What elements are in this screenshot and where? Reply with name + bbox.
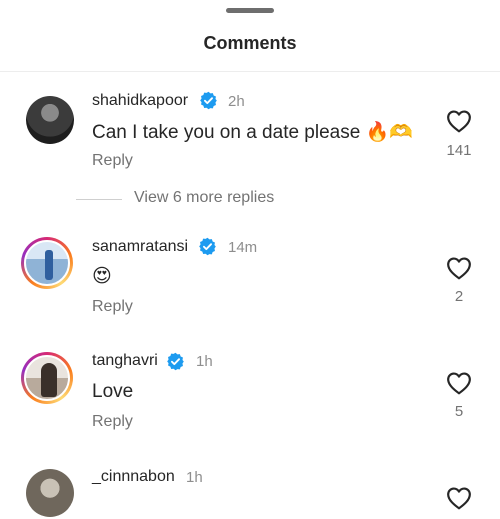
drag-handle[interactable] xyxy=(226,8,274,13)
reply-button[interactable]: Reply xyxy=(92,152,133,170)
reply-button[interactable]: Reply xyxy=(92,413,133,431)
sheet-title: Comments xyxy=(203,33,297,53)
reply-button[interactable]: Reply xyxy=(92,298,133,316)
heart-outline-icon[interactable] xyxy=(446,486,472,510)
heart-outline-icon[interactable] xyxy=(446,256,472,280)
like-count: 2 xyxy=(454,288,464,305)
heart-outline-icon[interactable] xyxy=(446,109,472,133)
comment-time: 1h xyxy=(186,469,203,486)
comment-username[interactable]: _cinnnabon xyxy=(92,468,175,486)
comment-text: 😍 xyxy=(92,266,112,287)
avatar[interactable] xyxy=(24,94,76,146)
verified-badge-icon xyxy=(199,237,216,256)
comment-time: 2h xyxy=(228,93,245,110)
like-count: 141 xyxy=(446,142,472,159)
like-count: 5 xyxy=(454,403,464,420)
avatar[interactable] xyxy=(21,352,73,404)
comment-time: 1h xyxy=(196,353,213,370)
heart-outline-icon[interactable] xyxy=(446,371,472,395)
comment-username[interactable]: shahidkapoor xyxy=(92,92,188,110)
view-more-replies-button[interactable]: View 6 more replies xyxy=(134,189,274,207)
verified-badge-icon xyxy=(167,352,184,371)
comment-username[interactable]: sanamratansi xyxy=(92,238,188,256)
comment-username[interactable]: tanghavri xyxy=(92,352,158,370)
verified-badge-icon xyxy=(200,91,217,110)
comment-text: Can I take you on a date please 🔥🫶 xyxy=(92,122,413,143)
avatar[interactable] xyxy=(21,237,73,289)
view-more-divider xyxy=(76,199,122,200)
comment-time: 14m xyxy=(228,239,258,256)
header-divider xyxy=(0,71,500,72)
comment-text: Love xyxy=(92,381,134,402)
avatar[interactable] xyxy=(24,467,76,519)
